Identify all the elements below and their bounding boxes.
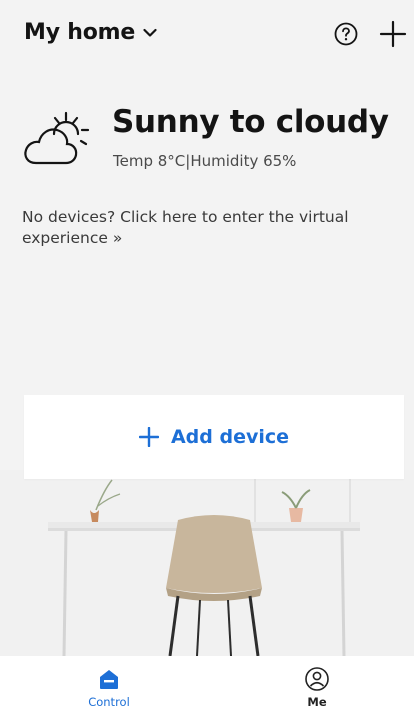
home-icon bbox=[100, 670, 118, 689]
sun-behind-cloud-icon bbox=[24, 111, 90, 165]
nav-control-label: Control bbox=[88, 695, 130, 709]
chevron-down-icon bbox=[143, 28, 157, 37]
add-device-label: Add device bbox=[170, 426, 290, 448]
weather-condition: Sunny to cloudy bbox=[112, 104, 389, 140]
profile-icon bbox=[305, 667, 329, 691]
home-selector[interactable]: My home bbox=[24, 20, 157, 45]
nav-tab-control[interactable]: Control bbox=[64, 666, 154, 709]
weather-panel: Sunny to cloudy Temp 8°C|Humidity 65% bbox=[20, 104, 400, 184]
nav-tab-me[interactable]: Me bbox=[272, 666, 362, 709]
background-illustration bbox=[0, 470, 414, 656]
desk-chair-illustration bbox=[0, 470, 414, 656]
home-name: My home bbox=[24, 20, 136, 45]
top-bar: My home bbox=[0, 0, 414, 70]
help-icon[interactable] bbox=[334, 22, 358, 46]
bottom-navigation: Control Me bbox=[0, 656, 414, 713]
virtual-experience-link[interactable]: No devices? Click here to enter the virt… bbox=[22, 207, 362, 249]
add-device-button[interactable]: Add device bbox=[24, 395, 404, 479]
add-icon bbox=[138, 427, 159, 447]
weather-details: Temp 8°C|Humidity 65% bbox=[113, 152, 297, 170]
plus-icon[interactable] bbox=[379, 20, 407, 48]
nav-me-label: Me bbox=[307, 695, 327, 709]
